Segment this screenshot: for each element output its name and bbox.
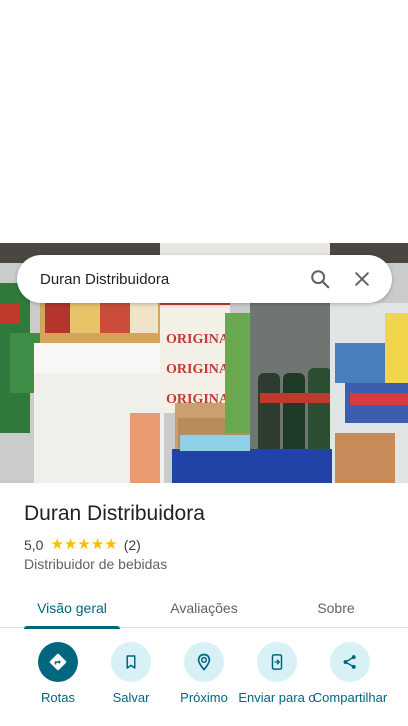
save-button[interactable]: Salvar: [91, 642, 171, 705]
nearby-button[interactable]: Próximo: [164, 642, 244, 705]
tab-reviews-label: Avaliações: [170, 600, 238, 616]
share-icon: [330, 642, 370, 682]
save-label: Salvar: [112, 690, 150, 705]
search-icon[interactable]: [304, 263, 336, 295]
place-title: Duran Distribuidora: [24, 502, 205, 525]
directions-button[interactable]: Rotas: [18, 642, 98, 705]
send-to-phone-icon: [257, 642, 297, 682]
star-icon: ★: [90, 536, 105, 553]
directions-label: Rotas: [41, 690, 75, 705]
place-tabs: Visão geral Avaliações Sobre: [0, 588, 408, 629]
share-button[interactable]: Compartilhar: [310, 642, 390, 705]
tab-overview[interactable]: Visão geral: [24, 588, 120, 629]
nearby-label: Próximo: [180, 690, 228, 705]
share-label: Compartilhar: [312, 690, 388, 705]
bookmark-icon: [111, 642, 151, 682]
star-icon: ★: [63, 536, 78, 553]
send-to-phone-label: Enviar para o: [238, 690, 316, 705]
rating-row[interactable]: 5,0 ★ ★ ★ ★ ★ (2): [24, 536, 141, 554]
tab-overview-label: Visão geral: [37, 600, 107, 616]
nearby-icon: [184, 642, 224, 682]
search-input[interactable]: Duran Distribuidora: [40, 271, 294, 288]
close-icon[interactable]: [346, 263, 378, 295]
rating-stars: ★ ★ ★ ★ ★: [50, 537, 117, 553]
star-icon: ★: [77, 536, 91, 553]
review-count: (2): [123, 537, 141, 553]
search-bar[interactable]: Duran Distribuidora: [17, 255, 392, 303]
map-blank-area: [0, 0, 408, 243]
directions-icon: [38, 642, 78, 682]
action-bar: Rotas Salvar Próximo Enviar para o Compa…: [0, 642, 408, 726]
send-to-phone-button[interactable]: Enviar para o: [237, 642, 317, 705]
tab-about[interactable]: Sobre: [288, 588, 384, 628]
star-icon: ★: [104, 536, 118, 553]
active-tab-indicator: [24, 626, 120, 629]
place-category: Distribuidor de bebidas: [24, 556, 168, 572]
star-icon: ★: [50, 536, 64, 553]
tab-reviews[interactable]: Avaliações: [156, 588, 252, 628]
tab-about-label: Sobre: [317, 600, 355, 616]
rating-value: 5,0: [24, 537, 44, 553]
